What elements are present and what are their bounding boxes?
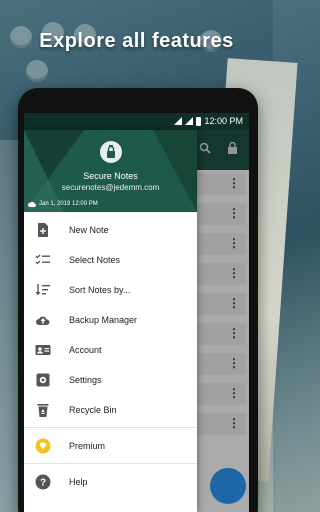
menu-label: Recycle Bin [69,405,117,415]
menu-label: Account [69,345,102,355]
drawer-account-email: securenotes@jedemm.com [61,183,160,192]
menu-item-select-notes[interactable]: Select Notes [24,245,197,275]
navigation-drawer: Secure Notes securenotes@jedemm.com Jan … [24,130,197,512]
menu-label: Settings [69,375,102,385]
background-decoration [0,140,20,512]
svg-text:?: ? [40,478,46,489]
account-card-icon [35,345,51,355]
menu-label: Backup Manager [69,315,138,325]
menu-label: Sort Notes by... [69,285,131,295]
menu-divider [24,463,197,464]
menu-item-help[interactable]: ? Help [24,467,197,497]
cloud-sync-icon [28,201,36,207]
last-sync-time: Jan 1, 2019 12:00 PM [39,201,98,207]
premium-diamond-icon [35,438,51,454]
menu-label: Premium [69,441,106,451]
battery-icon [196,116,202,126]
menu-label: New Note [69,225,109,235]
help-icon: ? [35,474,51,490]
drawer-app-name: Secure Notes [83,171,138,181]
last-sync-row: Jan 1, 2019 12:00 PM [28,201,98,207]
menu-item-backup-manager[interactable]: Backup Manager [24,305,197,335]
menu-item-sort-notes[interactable]: Sort Notes by... [24,275,197,305]
sort-icon [35,284,50,296]
menu-label: Help [69,477,88,487]
signal-icon [185,117,194,125]
cloud-upload-icon [36,316,50,325]
settings-icon [36,373,50,387]
menu-item-recycle-bin[interactable]: Recycle Bin [24,395,197,425]
new-note-icon [38,223,48,237]
menu-divider [24,427,197,428]
status-bar: 12:00 PM [24,113,249,130]
app-screen: 12:00 PM ⋮ ⋮ ⋮ ⋮ ⋮ ⋮ ⋮ ⋮ ⋮ Secure Notes … [24,113,249,512]
status-time: 12:00 PM [204,116,243,126]
promo-headline: Explore all features [39,30,234,52]
app-logo-icon [100,141,122,163]
wifi-icon [174,117,183,125]
menu-item-account[interactable]: Account [24,335,197,365]
drawer-header: Secure Notes securenotes@jedemm.com Jan … [24,130,197,212]
menu-item-settings[interactable]: Settings [24,365,197,395]
recycle-bin-icon [37,404,49,417]
menu-item-new-note[interactable]: New Note [24,215,197,245]
checklist-icon [35,254,50,265]
menu-item-premium[interactable]: Premium [24,431,197,461]
menu-label: Select Notes [69,255,121,265]
